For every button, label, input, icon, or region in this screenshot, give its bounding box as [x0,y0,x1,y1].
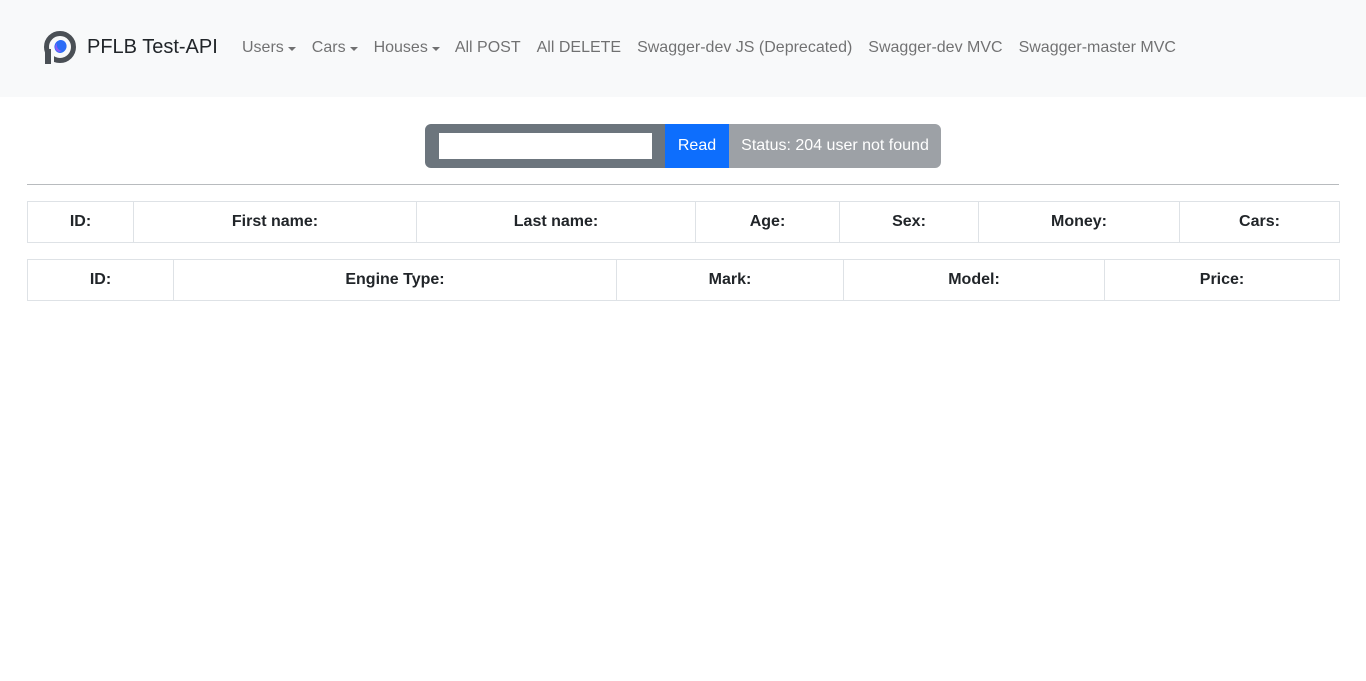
column-header-model: Model: [843,259,1105,301]
column-header-cars: Cars: [1179,201,1340,243]
nav-item-users[interactable]: Users [242,39,296,57]
column-header-price: Price: [1104,259,1340,301]
status-label: Status: 204 user not found [729,124,941,168]
nav-item-label: Swagger-master MVC [1018,39,1176,56]
nav-item-label: Swagger-dev MVC [868,39,1003,56]
read-button[interactable]: Read [665,124,729,168]
nav-menu: Users Cars Houses All POST All DELETE Sw… [242,37,1176,59]
nav-item-label: Users [242,39,284,56]
column-header-first-name: First name: [133,201,417,243]
user-id-input[interactable] [438,133,652,159]
navbar: PFLB Test-API Users Cars Houses All POST… [0,0,1366,97]
pflb-logo-icon [44,31,76,64]
nav-item-label: Swagger-dev JS (Deprecated) [637,39,853,56]
table-header-row: ID: First name: Last name: Age: Sex: Mon… [27,201,1340,243]
column-header-engine-type: Engine Type: [173,259,617,301]
user-read-form: Read Status: 204 user not found [425,124,941,168]
brand-title: PFLB Test-API [87,35,218,58]
column-header-age: Age: [695,201,840,243]
caret-down-icon [349,47,358,51]
caret-down-icon [431,47,440,51]
nav-item-all-delete[interactable]: All DELETE [537,39,621,57]
nav-item-cars[interactable]: Cars [312,39,358,57]
nav-item-all-post[interactable]: All POST [455,39,521,57]
nav-item-label: Houses [373,39,428,56]
nav-item-houses[interactable]: Houses [374,39,440,57]
nav-item-swagger-dev-js[interactable]: Swagger-dev JS (Deprecated) [637,39,852,57]
caret-down-icon [287,47,296,51]
nav-item-label: Cars [311,39,346,56]
column-header-mark: Mark: [616,259,844,301]
users-table: ID: First name: Last name: Age: Sex: Mon… [27,201,1340,243]
column-header-last-name: Last name: [416,201,696,243]
cars-table: ID: Engine Type: Mark: Model: Price: [27,259,1340,301]
brand-link[interactable]: PFLB Test-API [43,30,218,64]
column-header-money: Money: [978,201,1180,243]
column-header-id: ID: [27,201,134,243]
nav-item-label: All DELETE [536,39,622,56]
nav-item-swagger-master-mvc[interactable]: Swagger-master MVC [1019,39,1176,57]
nav-item-swagger-dev-mvc[interactable]: Swagger-dev MVC [868,39,1002,57]
input-container [425,124,665,168]
nav-item-label: All POST [454,39,521,56]
column-header-id: ID: [27,259,174,301]
column-header-sex: Sex: [839,201,979,243]
divider [27,184,1339,185]
table-header-row: ID: Engine Type: Mark: Model: Price: [27,259,1340,301]
